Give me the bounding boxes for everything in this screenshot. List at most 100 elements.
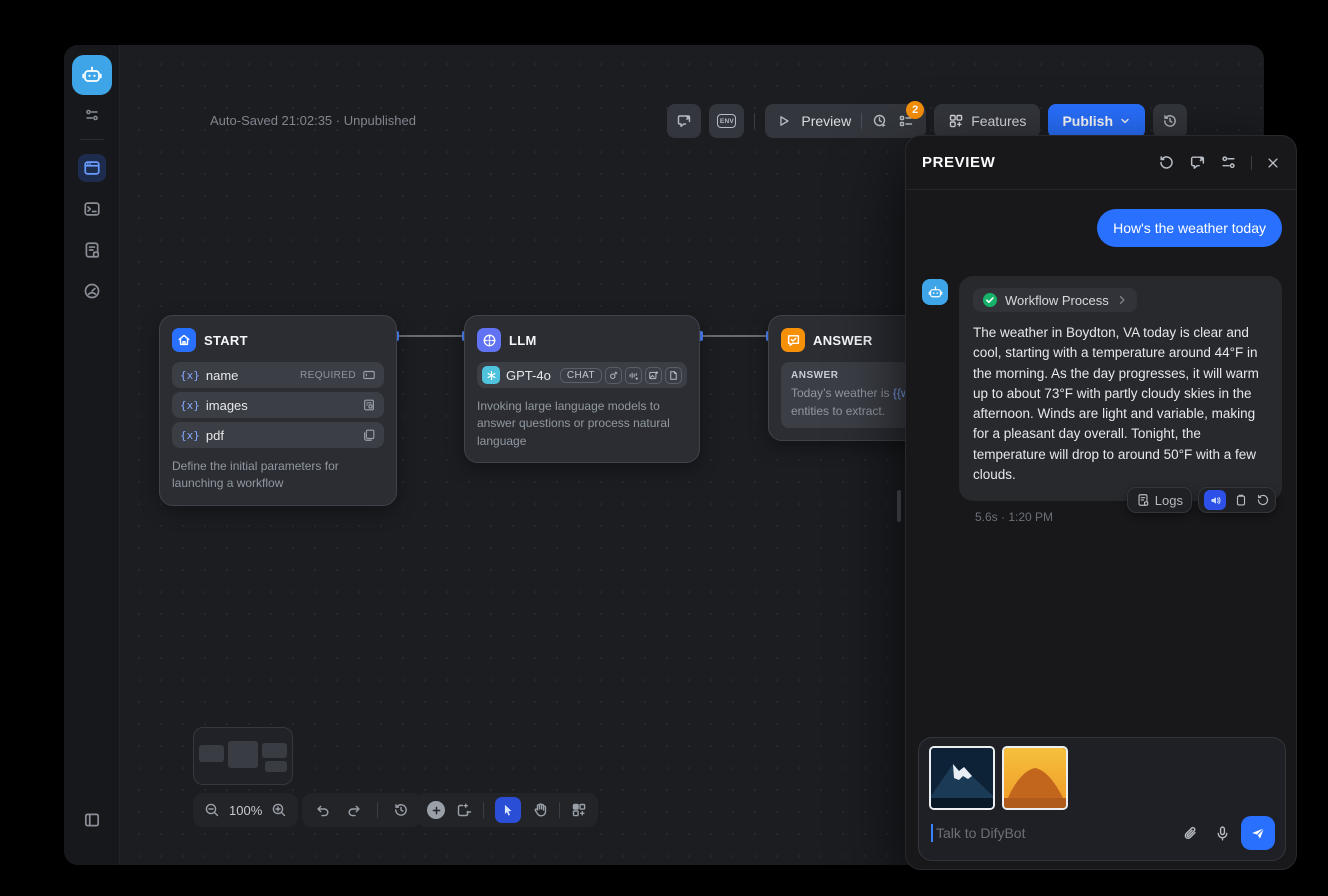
variable-name: pdf: [206, 428, 224, 443]
minimap-node: [228, 741, 258, 768]
preview-panel: PREVIEW How's the weather today: [905, 135, 1297, 870]
app-settings-sliders-icon[interactable]: [84, 107, 100, 123]
image-paragraph-icon: [362, 398, 376, 412]
topbar-divider: [754, 113, 755, 129]
var-row-pdf[interactable]: {x} pdf: [172, 422, 384, 448]
close-icon[interactable]: [1266, 156, 1280, 170]
text-input-icon: [362, 368, 376, 382]
sidebar-item-monitoring[interactable]: [78, 277, 106, 305]
hand-tool-icon[interactable]: [532, 802, 548, 818]
chat-input-row: [931, 816, 1275, 850]
zoom-controls: 100%: [193, 793, 298, 827]
preview-title: PREVIEW: [922, 154, 995, 171]
chat-input[interactable]: [936, 825, 1182, 841]
answer-bubble-icon: [781, 328, 805, 352]
sidebar-item-api[interactable]: [78, 195, 106, 223]
node-start[interactable]: START {x} name REQUIRED {x} images: [159, 315, 397, 506]
node-llm[interactable]: LLM GPT-4o CHAT Invoking large lan: [464, 315, 700, 463]
chat-input-box: [918, 737, 1286, 861]
user-message: How's the weather today: [922, 209, 1282, 247]
speaker-icon[interactable]: [1204, 490, 1226, 510]
attach-paperclip-icon[interactable]: [1182, 825, 1199, 842]
variable-name: images: [206, 398, 248, 413]
var-row-name[interactable]: {x} name REQUIRED: [172, 362, 384, 388]
bot-message-card: Workflow Process The weather in Boydton,…: [959, 276, 1282, 501]
node-description: Invoking large language models to answer…: [477, 398, 687, 450]
debug-chat-button[interactable]: [667, 104, 701, 138]
zoom-in-icon[interactable]: [271, 802, 287, 818]
history-clock-icon: [1162, 113, 1178, 129]
publish-button[interactable]: Publish: [1048, 104, 1145, 138]
sidebar-item-orchestrate[interactable]: [78, 154, 106, 182]
restart-conversation-icon[interactable]: [1158, 154, 1175, 171]
model-selector[interactable]: GPT-4o CHAT: [477, 362, 687, 388]
sidebar-divider: [80, 139, 104, 140]
pointer-tool-icon[interactable]: [495, 797, 521, 823]
files-icon: [362, 428, 376, 442]
success-check-icon: [982, 292, 998, 308]
llm-brain-icon: [477, 328, 501, 352]
minimap-node: [199, 745, 224, 762]
copy-icon[interactable]: [1234, 493, 1248, 507]
logs-button[interactable]: Logs: [1127, 487, 1192, 513]
preview-header: PREVIEW: [906, 136, 1296, 190]
node-title: START: [204, 333, 248, 348]
sidebar: [64, 45, 120, 865]
attached-image-sunset[interactable]: [1002, 746, 1068, 810]
microphone-icon[interactable]: [1214, 825, 1231, 842]
features-grid-icon: [948, 113, 964, 129]
undo-icon[interactable]: [315, 802, 331, 818]
chat-x-icon: [676, 113, 692, 129]
logs-icon: [1136, 493, 1150, 507]
app-icon[interactable]: [72, 55, 112, 95]
message-action-bar: Logs: [1127, 487, 1276, 513]
checklist-icon[interactable]: 2: [898, 113, 914, 129]
add-node-icon[interactable]: [427, 801, 445, 819]
logs-label: Logs: [1155, 493, 1183, 508]
conversation-settings-icon[interactable]: [1220, 154, 1237, 171]
bot-message-text: The weather in Boydton, VA today is clea…: [973, 323, 1268, 485]
collapse-sidebar-icon[interactable]: [83, 811, 101, 829]
required-tag: REQUIRED: [300, 370, 356, 381]
screen: START {x} name REQUIRED {x} images: [0, 0, 1328, 896]
run-history-icon[interactable]: [872, 113, 888, 129]
vision-capability-icon: [605, 367, 622, 384]
redo-icon[interactable]: [346, 802, 362, 818]
workflow-process-toggle[interactable]: Workflow Process: [973, 288, 1137, 312]
preview-label[interactable]: Preview: [801, 113, 851, 129]
image-capability-icon: [645, 367, 662, 384]
zoom-level[interactable]: 100%: [229, 803, 262, 818]
add-note-icon[interactable]: [456, 802, 472, 818]
message-tools: [1198, 487, 1276, 513]
sidebar-item-logs[interactable]: [78, 236, 106, 264]
group-divider: [861, 113, 862, 129]
environment-variables-button[interactable]: ENV: [709, 104, 744, 138]
chat-mode-badge: CHAT: [560, 368, 602, 383]
model-name: GPT-4o: [506, 368, 551, 383]
attached-image-fuji[interactable]: [929, 746, 995, 810]
features-button[interactable]: Features: [934, 104, 1040, 138]
edge-llm-answer: [701, 335, 768, 337]
run-preview-button[interactable]: [777, 114, 791, 128]
variable-prefix: {x}: [180, 399, 200, 412]
var-row-images[interactable]: {x} images: [172, 392, 384, 418]
topbar-actions: ENV Preview 2 Features: [667, 104, 1187, 138]
restore-history-button[interactable]: [1153, 104, 1187, 138]
regenerate-icon[interactable]: [1256, 493, 1270, 507]
variable-name: name: [206, 368, 239, 383]
audio-capability-icon: [625, 367, 642, 384]
autosave-status: Auto-Saved 21:02:35 · Unpublished: [210, 113, 416, 128]
clear-chat-icon[interactable]: [1189, 154, 1206, 171]
node-title: ANSWER: [813, 333, 873, 348]
history-controls: [302, 793, 422, 827]
checklist-badge: 2: [906, 101, 924, 119]
chevron-right-icon: [1116, 294, 1128, 306]
minimap[interactable]: [193, 727, 293, 785]
send-button[interactable]: [1241, 816, 1275, 850]
zoom-out-icon[interactable]: [204, 802, 220, 818]
canvas-scrollbar[interactable]: [897, 490, 901, 522]
version-history-icon[interactable]: [393, 802, 409, 818]
organize-layout-icon[interactable]: [571, 802, 587, 818]
variable-prefix: {x}: [180, 429, 200, 442]
env-icon: ENV: [717, 114, 736, 128]
